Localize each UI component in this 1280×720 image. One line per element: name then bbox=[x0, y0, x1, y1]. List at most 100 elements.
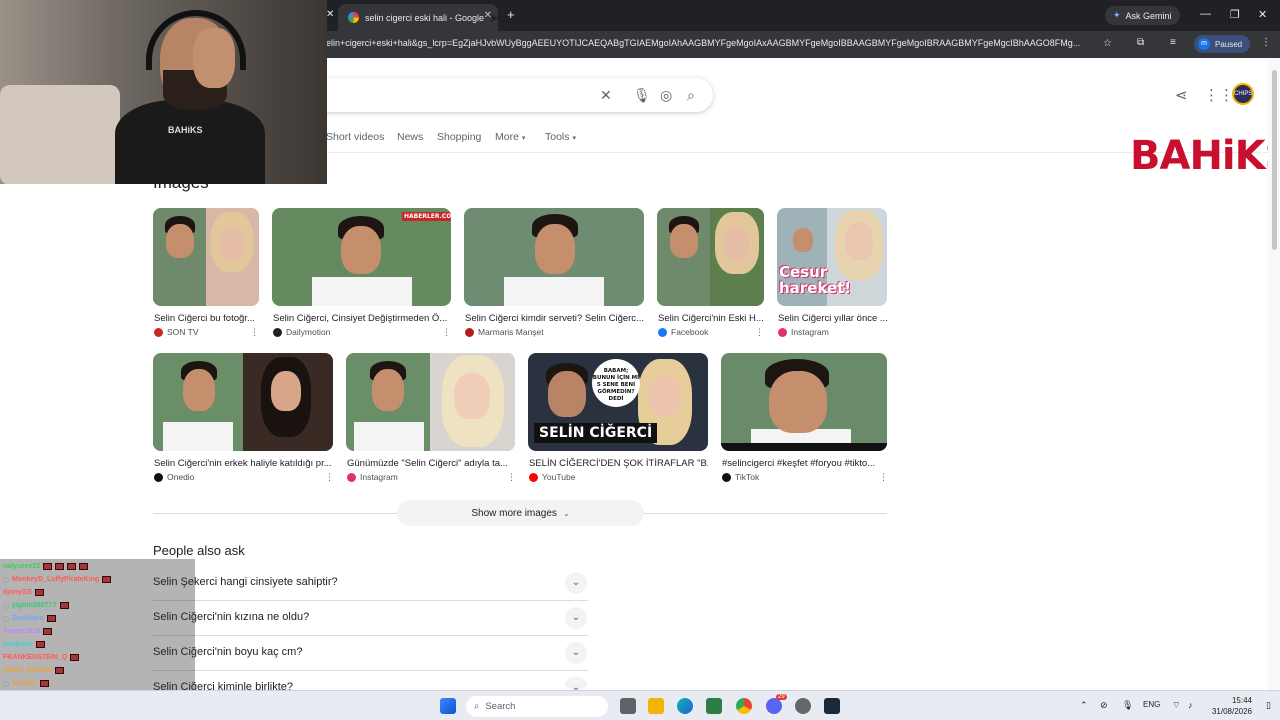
profile-paused-button[interactable]: m Paused bbox=[1194, 35, 1251, 53]
tab-tools[interactable]: Tools ▾ bbox=[545, 131, 576, 143]
more-options-icon[interactable]: ⋮ bbox=[442, 327, 451, 338]
bookmark-star-icon[interactable]: ☆ bbox=[1103, 38, 1112, 49]
chat-username: MonkeyD_LuffyPirateKing bbox=[12, 576, 100, 583]
microphone-icon[interactable]: 🎙 bbox=[1122, 700, 1133, 711]
show-more-images-button[interactable]: Show more images ⌄ bbox=[397, 500, 644, 526]
paa-divider bbox=[153, 600, 588, 601]
image-thumbnail: BABAM; BUNUN İÇİN Mİ 5 SENE BENİ GÖRMEDİ… bbox=[528, 353, 708, 451]
image-caption[interactable]: Selin Ciğerci'nin Eski H... bbox=[658, 313, 763, 324]
image-source[interactable]: Onedio bbox=[154, 472, 194, 482]
gemini-spark-icon: ✦ bbox=[1113, 10, 1121, 20]
language-indicator[interactable]: ENG bbox=[1143, 700, 1160, 709]
chevron-down-icon[interactable]: ⌄ bbox=[565, 677, 587, 690]
image-caption[interactable]: Selin Ciğerci kimdir serveti? Selin Ciğe… bbox=[465, 313, 644, 324]
chat-badge-icon bbox=[3, 602, 9, 609]
task-view-icon[interactable] bbox=[620, 698, 636, 714]
file-explorer-icon[interactable] bbox=[648, 698, 664, 714]
tray-chevron-up-icon[interactable]: ⌃ bbox=[1080, 700, 1088, 711]
search-icon[interactable]: ⌕ bbox=[687, 87, 695, 104]
active-tab[interactable]: selin cigerci eski hali - Google S ✕ bbox=[338, 4, 498, 31]
extensions-icon[interactable]: ⧉ bbox=[1137, 37, 1144, 48]
tab-shopping[interactable]: Shopping bbox=[437, 131, 481, 143]
obs-icon[interactable] bbox=[795, 698, 811, 714]
profile-avatar: m bbox=[1198, 38, 1210, 50]
more-options-icon[interactable]: ⋮ bbox=[250, 327, 259, 338]
image-caption[interactable]: Selin Ciğerci bu fotoğr... bbox=[154, 313, 258, 324]
steam-icon[interactable] bbox=[824, 698, 840, 714]
more-options-icon[interactable]: ⋮ bbox=[507, 472, 516, 483]
source-label: Facebook bbox=[671, 327, 709, 337]
chevron-down-icon[interactable]: ⌄ bbox=[565, 607, 587, 629]
chat-username: markoon bbox=[3, 641, 33, 648]
browser-menu-icon[interactable]: ⋮ bbox=[1261, 37, 1271, 48]
volume-icon[interactable]: ♪ bbox=[1188, 700, 1193, 710]
image-thumbnail: HABERLER.COM bbox=[272, 208, 451, 306]
edge-icon[interactable] bbox=[677, 698, 693, 714]
apps-grid-icon[interactable]: ⋮⋮ bbox=[1204, 86, 1234, 104]
source-label: Onedio bbox=[167, 472, 195, 482]
chevron-down-icon[interactable]: ⌄ bbox=[565, 642, 587, 664]
minimize-icon[interactable]: — bbox=[1200, 8, 1211, 20]
new-tab-button[interactable]: + bbox=[507, 7, 515, 22]
tab-short-videos[interactable]: Short videos bbox=[326, 131, 384, 143]
media-control-icon[interactable]: ≡ bbox=[1170, 37, 1176, 48]
image-caption[interactable]: Selin Ciğerci yıllar önce ... bbox=[778, 313, 887, 324]
more-options-icon[interactable]: ⋮ bbox=[879, 472, 888, 483]
store-icon[interactable] bbox=[706, 698, 722, 714]
source-label: Instagram bbox=[360, 472, 398, 482]
shirt-print: BAHiKS bbox=[168, 125, 203, 135]
chrome-icon[interactable] bbox=[736, 698, 752, 714]
tab-news[interactable]: News bbox=[397, 131, 423, 143]
image-source[interactable]: Marmaris Manşet bbox=[465, 327, 544, 337]
ask-gemini-label: Ask Gemini bbox=[1125, 10, 1172, 21]
image-thumbnail bbox=[346, 353, 515, 451]
favicon-icon bbox=[465, 327, 474, 337]
image-caption[interactable]: Selin Ciğerci, Cinsiyet Değiştirmeden Ö.… bbox=[273, 313, 451, 324]
more-options-icon[interactable]: ⋮ bbox=[755, 327, 764, 338]
notification-bell-icon[interactable]: ▯ bbox=[1266, 700, 1271, 711]
image-caption[interactable]: SELİN CİĞERCİ'DEN ŞOK İTİRAFLAR "B... bbox=[529, 458, 708, 469]
windows-start-icon[interactable] bbox=[440, 698, 456, 714]
taskbar-search[interactable]: ⌕ Search bbox=[466, 696, 608, 717]
image-source[interactable]: Facebook bbox=[658, 327, 708, 337]
thumbnail-overlay-text: SELİN CİĞERCİ bbox=[534, 423, 658, 443]
scrollbar-thumb[interactable] bbox=[1272, 70, 1277, 250]
image-source[interactable]: YouTube bbox=[529, 472, 575, 482]
tab-more[interactable]: More ▾ bbox=[495, 131, 525, 143]
more-options-icon[interactable]: ⋮ bbox=[325, 472, 334, 483]
search-box[interactable]: ✕ 🎙 ◎ ⌕ bbox=[300, 78, 713, 112]
chat-username: ZeroMars bbox=[12, 615, 44, 622]
chat-username: nalyceee22 bbox=[3, 563, 41, 570]
share-icon[interactable]: ⋖ bbox=[1175, 86, 1188, 104]
lens-camera-icon[interactable]: ◎ bbox=[660, 87, 672, 104]
chat-badge-icon bbox=[3, 680, 9, 687]
ask-gemini-button[interactable]: ✦ Ask Gemini bbox=[1105, 6, 1180, 25]
chevron-down-icon[interactable]: ⌄ bbox=[565, 572, 587, 594]
network-off-icon[interactable]: ⊘ bbox=[1100, 700, 1108, 711]
url-field[interactable]: elin+cigerci+eski+hali&gs_lcrp=EgZjaHJvb… bbox=[326, 38, 1096, 52]
image-source[interactable]: Instagram bbox=[347, 472, 398, 482]
window-close-icon[interactable]: ✕ bbox=[1258, 8, 1267, 21]
image-caption[interactable]: Günümüzde "Selin Ciğerci" adıyla ta... bbox=[347, 458, 515, 469]
clear-search-icon[interactable]: ✕ bbox=[600, 87, 612, 104]
image-source[interactable]: TikTok bbox=[722, 472, 759, 482]
chat-message: mitchi_kuhinin bbox=[3, 667, 65, 674]
people-also-ask-title: People also ask bbox=[153, 543, 245, 558]
prev-tab-close-icon[interactable]: ✕ bbox=[326, 9, 334, 20]
microphone-icon[interactable]: 🎙 bbox=[633, 87, 651, 104]
restore-icon[interactable]: ❐ bbox=[1230, 8, 1240, 21]
wifi-icon[interactable]: ⌔ bbox=[1172, 700, 1180, 711]
google-profile-avatar[interactable]: CHIPS bbox=[1232, 83, 1254, 105]
chat-message: Smallin bbox=[3, 680, 49, 687]
image-source[interactable]: Instagram bbox=[778, 327, 829, 337]
discord-icon[interactable] bbox=[766, 698, 782, 714]
stream-brand-logo: BAHiKS bbox=[1130, 133, 1280, 179]
image-thumbnail bbox=[657, 208, 764, 306]
favicon-icon bbox=[529, 472, 538, 482]
taskbar-clock[interactable]: 15:44 31/08/2026 bbox=[1208, 695, 1252, 717]
favicon-icon bbox=[154, 327, 163, 337]
image-source[interactable]: SON TV bbox=[154, 327, 199, 337]
image-source[interactable]: Dailymotion bbox=[273, 327, 330, 337]
image-caption[interactable]: #selincigerci #keşfet #foryou #tikto... bbox=[722, 458, 887, 469]
image-caption[interactable]: Selin Ciğerci'nin erkek haliyle katıldığ… bbox=[154, 458, 333, 469]
